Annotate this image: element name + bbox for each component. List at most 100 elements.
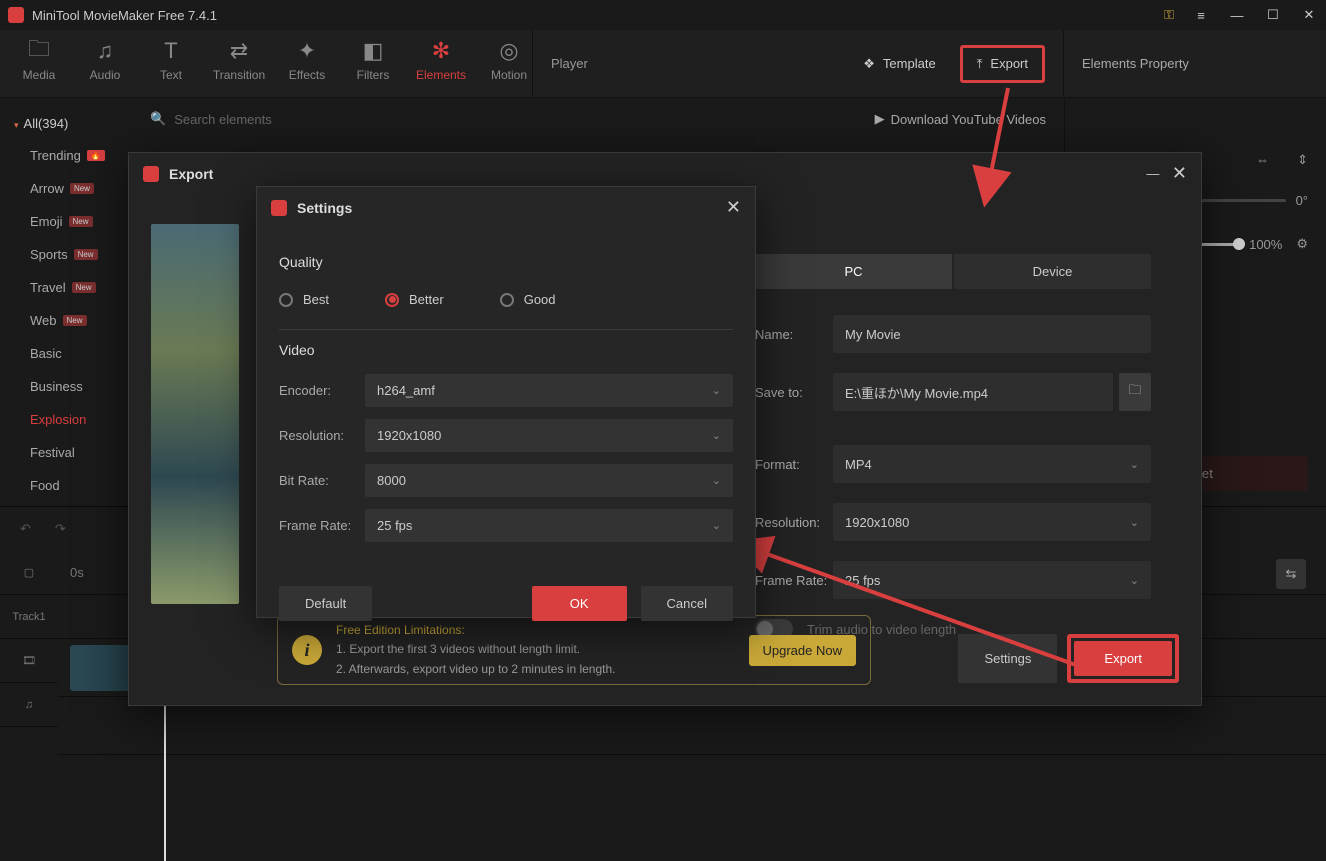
resolution-select[interactable]: 1920x1080⌄ (833, 503, 1151, 541)
audio-track-icon: ♫ (0, 683, 58, 727)
framerate-select[interactable]: 25 fps⌄ (833, 561, 1151, 599)
sidebar-item-travel[interactable]: TravelNew (0, 271, 132, 304)
name-input[interactable]: My Movie (833, 315, 1151, 353)
sidebar-item-trending[interactable]: Trending🔥 (0, 139, 132, 172)
badge-new: New (70, 183, 94, 194)
default-button[interactable]: Default (279, 586, 372, 621)
maximize-button[interactable]: ☐ (1264, 6, 1282, 24)
quality-good[interactable]: Good (500, 292, 556, 307)
chevron-down-icon: ⌄ (712, 384, 721, 397)
flip-vertical-icon[interactable]: ⇕ (1297, 152, 1308, 168)
export-button[interactable]: Export (1074, 641, 1172, 676)
tool-media[interactable]: 🗀Media (16, 38, 62, 97)
resolution-label: Resolution: (755, 515, 833, 530)
sidebar-item-explosion[interactable]: Explosion (0, 403, 132, 436)
export-modal-title: Export (169, 166, 1134, 182)
menu-icon[interactable]: ≡ (1192, 6, 1210, 24)
tool-motion[interactable]: ◎Motion (486, 38, 532, 97)
export-modal-minimize[interactable]: — (1144, 166, 1162, 181)
flip-horizontal-icon[interactable]: ⇔ (1256, 152, 1269, 168)
sidebar-item-sports[interactable]: SportsNew (0, 238, 132, 271)
s-resolution-select[interactable]: 1920x1080⌄ (365, 419, 733, 452)
encoder-label: Encoder: (279, 383, 365, 398)
export-modal-close[interactable]: ✕ (1172, 163, 1187, 184)
chevron-down-icon: ⌄ (712, 519, 721, 532)
export-button-top[interactable]: ⤒Export (960, 45, 1045, 83)
tab-pc[interactable]: PC (755, 254, 952, 289)
s-framerate-select[interactable]: 25 fps⌄ (365, 509, 733, 542)
s-resolution-label: Resolution: (279, 428, 365, 443)
folder-icon: 🗀 (1128, 381, 1141, 403)
sidebar-item-web[interactable]: WebNew (0, 304, 132, 337)
chevron-down-icon: ⌄ (1130, 458, 1139, 471)
sidebar-item-arrow[interactable]: ArrowNew (0, 172, 132, 205)
rotate-value: 0° (1296, 193, 1308, 208)
tool-filters[interactable]: ◧Filters (350, 38, 396, 97)
tab-device[interactable]: Device (954, 254, 1151, 289)
app-logo (8, 7, 24, 23)
sidebar-item-food[interactable]: Food (0, 469, 132, 502)
video-track-icon: 🎞 (0, 639, 58, 683)
free-limitations-box: i Free Edition Limitations: 1. Export th… (277, 615, 871, 685)
s-framerate-label: Frame Rate: (279, 518, 365, 533)
quality-better[interactable]: Better (385, 292, 444, 307)
sidebar-all[interactable]: ▾All(394) (0, 108, 132, 139)
tool-effects[interactable]: ✦Effects (284, 38, 330, 97)
key-icon[interactable]: ⚿ (1164, 7, 1174, 23)
save-input[interactable]: E:\重ほか\My Movie.mp4 (833, 373, 1113, 411)
bitrate-select[interactable]: 8000⌄ (365, 464, 733, 497)
search-input[interactable]: 🔍Search elements (150, 111, 855, 127)
chevron-down-icon: ⌄ (1130, 574, 1139, 587)
upgrade-button[interactable]: Upgrade Now (749, 635, 857, 666)
badge-new: New (69, 216, 93, 227)
sidebar-item-festival[interactable]: Festival (0, 436, 132, 469)
settings-modal-logo (271, 200, 287, 216)
settings-modal-close[interactable]: ✕ (726, 197, 741, 218)
download-youtube-link[interactable]: ▶Download YouTube Videos (875, 111, 1046, 127)
quality-best[interactable]: Best (279, 292, 329, 307)
media-icon: 🗀 (28, 38, 50, 64)
track1-label: Track1 (0, 595, 58, 639)
sidebar-item-basic[interactable]: Basic (0, 337, 132, 370)
chevron-down-icon: ⌄ (712, 429, 721, 442)
opacity-gear-icon[interactable]: ⚙ (1296, 236, 1308, 252)
transition-icon: ⇄ (230, 38, 248, 64)
sidebar-item-emoji[interactable]: EmojiNew (0, 205, 132, 238)
tool-elements[interactable]: ✻Elements (416, 38, 466, 97)
limits-line1: 1. Export the first 3 videos without len… (336, 640, 735, 659)
title-bar: MiniTool MovieMaker Free 7.4.1 ⚿ ≡ — ☐ ✕ (0, 0, 1326, 30)
text-icon: T (164, 38, 177, 64)
export-icon: ⤒ (977, 56, 983, 72)
elements-icon: ✻ (432, 38, 450, 64)
export-modal-logo (143, 166, 159, 182)
settings-button[interactable]: Settings (958, 634, 1057, 683)
settings-modal: Settings ✕ Quality Best Better Good Vide… (256, 186, 756, 618)
browse-button[interactable]: 🗀 (1119, 373, 1151, 411)
main-toolbar: 🗀Media ♫Audio TText ⇄Transition ✦Effects… (0, 30, 1326, 98)
badge-new: New (72, 282, 96, 293)
limits-line2: 2. Afterwards, export video up to 2 minu… (336, 660, 735, 679)
opacity-value: 100% (1249, 237, 1282, 252)
template-button[interactable]: ❖Template (853, 50, 945, 78)
limits-header: Free Edition Limitations: (336, 621, 735, 640)
redo-icon[interactable]: ↷ (55, 521, 66, 537)
minimize-button[interactable]: — (1228, 6, 1246, 24)
undo-icon[interactable]: ↶ (20, 521, 31, 537)
ok-button[interactable]: OK (532, 586, 627, 621)
close-button[interactable]: ✕ (1300, 6, 1318, 24)
sidebar-item-business[interactable]: Business (0, 370, 132, 403)
swap-button[interactable]: ⇆ (1276, 559, 1306, 589)
tool-audio[interactable]: ♫Audio (82, 38, 128, 97)
tool-text[interactable]: TText (148, 38, 194, 97)
quality-header: Quality (279, 254, 733, 270)
framerate-label: Frame Rate: (755, 573, 833, 588)
export-preview-thumb (151, 224, 239, 604)
motion-icon: ◎ (499, 38, 518, 64)
app-title: MiniTool MovieMaker Free 7.4.1 (32, 8, 1164, 23)
tool-transition[interactable]: ⇄Transition (214, 38, 264, 97)
cancel-button[interactable]: Cancel (641, 586, 733, 621)
effects-icon: ✦ (298, 38, 316, 64)
info-icon: i (292, 635, 322, 665)
format-select[interactable]: MP4⌄ (833, 445, 1151, 483)
encoder-select[interactable]: h264_amf⌄ (365, 374, 733, 407)
